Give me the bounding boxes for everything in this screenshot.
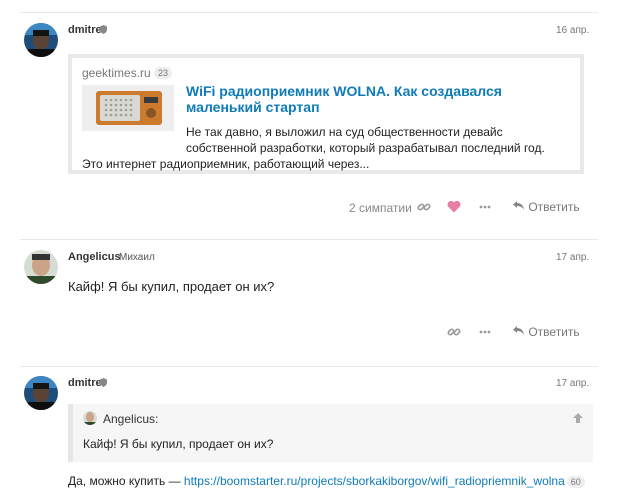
shield-icon <box>100 25 107 36</box>
post3-username[interactable]: dmitre <box>68 377 102 389</box>
quote-text: Кайф! Я бы купил, продает он их? <box>83 437 274 451</box>
post2-date[interactable]: 17 апр. <box>556 252 589 263</box>
post2-username[interactable]: Angelicus <box>68 251 121 263</box>
quote-author: Angelicus: <box>103 412 159 426</box>
shield-icon <box>100 378 107 389</box>
avatar-dmitre[interactable] <box>24 23 58 57</box>
onebox-title-link[interactable]: WiFi радиоприемник WOLNA. Как создавался… <box>186 83 526 115</box>
post-divider <box>20 239 598 240</box>
more-icon[interactable] <box>479 200 495 216</box>
avatar-angelicus[interactable] <box>24 250 58 284</box>
post3-date[interactable]: 17 апр. <box>556 378 589 389</box>
reply-label: Ответить <box>528 200 580 214</box>
post2-body: Кайф! Я бы купил, продает он их? <box>68 279 275 294</box>
top-divider <box>20 12 598 13</box>
post2-reply-button[interactable]: Ответить <box>512 325 580 339</box>
onebox-excerpt: Не так давно, я выложил на суд обществен… <box>186 125 545 155</box>
arrow-up-icon[interactable] <box>573 413 583 426</box>
post-divider <box>20 366 598 367</box>
post2-fullname: Михаил <box>119 252 155 263</box>
boomstarter-link[interactable]: https://boomstarter.ru/projects/sborkaki… <box>184 474 565 488</box>
quote-block: Angelicus: Кайф! Я бы купил, продает он … <box>68 404 593 462</box>
link-click-count: 60 <box>566 476 585 488</box>
post1-reply-button[interactable]: Ответить <box>512 200 580 214</box>
onebox-thumbnail[interactable] <box>82 85 174 131</box>
post1-date[interactable]: 16 апр. <box>556 25 589 36</box>
quote-avatar <box>83 411 97 425</box>
more-icon[interactable] <box>479 325 495 341</box>
post3-body: Да, можно купить — https://boomstarter.r… <box>68 474 585 488</box>
onebox-excerpt-continued: Это интернет радиоприемник, работающий ч… <box>82 157 370 171</box>
link-icon[interactable] <box>417 200 433 216</box>
onebox-click-count: 23 <box>154 67 173 79</box>
post1-username[interactable]: dmitre <box>68 24 102 36</box>
post3-body-prefix: Да, можно купить — <box>68 474 184 488</box>
likes-count[interactable]: 2 симпатии <box>349 201 412 215</box>
link-icon[interactable] <box>447 325 463 341</box>
heart-icon[interactable] <box>447 200 463 216</box>
reply-icon <box>512 325 528 339</box>
reply-icon <box>512 200 528 214</box>
onebox-card: geektimes.ru 23 WiFi радиоприемник WOLNA… <box>68 54 584 174</box>
onebox-source[interactable]: geektimes.ru <box>82 66 151 80</box>
reply-label: Ответить <box>528 325 580 339</box>
avatar-dmitre[interactable] <box>24 376 58 410</box>
